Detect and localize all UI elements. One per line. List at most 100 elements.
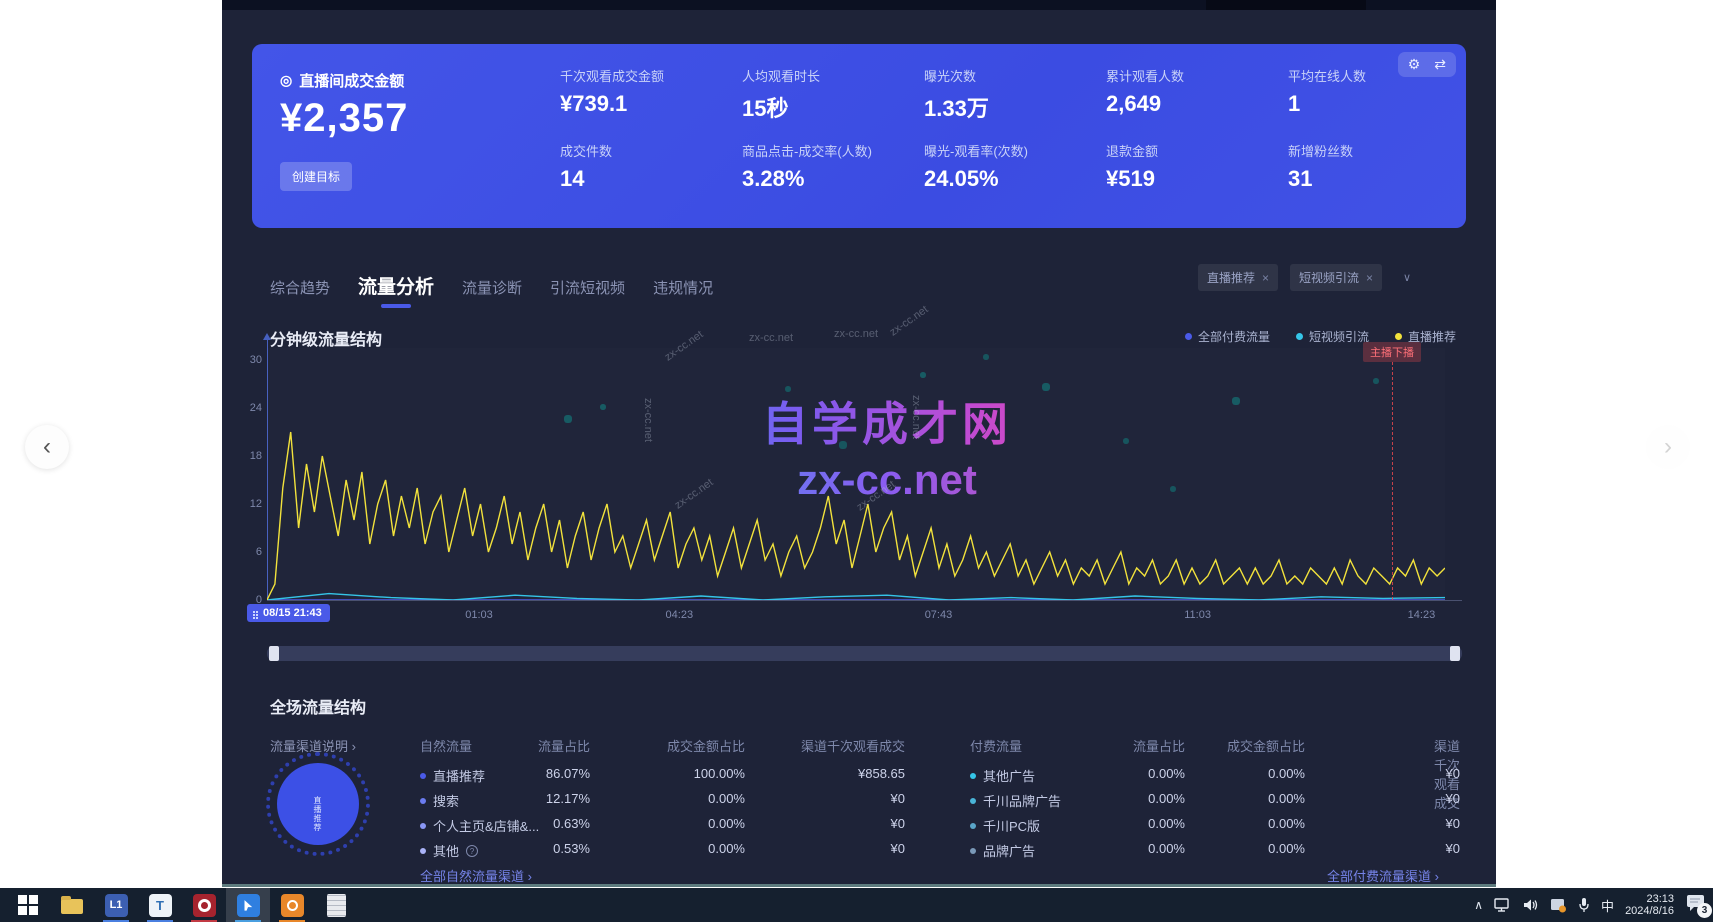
legend-paid-traffic[interactable]: 全部付费流量: [1185, 328, 1270, 345]
y-tick-label: 18: [250, 450, 262, 462]
carousel-next-button[interactable]: ›: [1646, 425, 1690, 469]
chip-short-video[interactable]: 短视频引流 ×: [1290, 264, 1382, 291]
chart-noise: [267, 348, 269, 350]
tab-traffic-analysis[interactable]: 流量分析: [358, 272, 434, 299]
cursor-app-icon: [237, 894, 260, 917]
x-tick-label: 11:03: [1184, 609, 1211, 621]
cell-traffic-share: 12.17%: [546, 791, 590, 806]
table-row-label: 千川PC版: [970, 816, 1040, 835]
traffic-line-chart[interactable]: [267, 348, 1445, 600]
cell-gmv-share: 0.00%: [708, 791, 745, 806]
arrow-icon: ›: [1435, 869, 1439, 884]
legend-dot: [1296, 333, 1303, 340]
live-dashboard: ◎ 直播间成交金额 ¥2,357 创建目标 ⚙ ⇄ 千次观看成交金额 ¥739.…: [222, 10, 1496, 884]
app-pointer-button[interactable]: [226, 888, 270, 922]
table-row-label: 个人主页&店铺&...: [420, 816, 539, 835]
close-icon[interactable]: ×: [1262, 271, 1269, 285]
watermark-small: zx-cc.net: [834, 328, 878, 340]
cell-traffic-share: 0.00%: [1148, 766, 1185, 781]
chart-svg: [267, 348, 1445, 600]
metric: 退款金额 ¥519: [1106, 141, 1286, 192]
app-notepad-button[interactable]: [314, 888, 358, 922]
cell-per-mille: ¥0: [891, 791, 905, 806]
slider-left-handle[interactable]: [269, 646, 279, 661]
col-header: 成交金额占比: [667, 736, 745, 755]
cell-per-mille: ¥0: [1446, 766, 1460, 781]
taskbar-clock[interactable]: 23:13 2024/8/16: [1625, 893, 1674, 917]
legend-short-video[interactable]: 短视频引流: [1296, 328, 1369, 345]
l1-app-icon: L1: [105, 894, 128, 917]
all-paid-channels-link[interactable]: 全部付费流量渠道 ›: [1327, 866, 1439, 884]
notification-badge: 3: [1697, 903, 1712, 918]
metric: 商品点击-成交率(人数) 3.28%: [742, 141, 922, 192]
microphone-icon[interactable]: [1578, 897, 1590, 913]
col-header: 成交金额占比: [1227, 736, 1305, 755]
app-orange-button[interactable]: [270, 888, 314, 922]
watermark-small: zx-cc.net: [749, 332, 793, 344]
y-tick-label: 12: [250, 498, 262, 510]
network-icon[interactable]: [1494, 898, 1512, 912]
tab-traffic-diagnosis[interactable]: 流量诊断: [462, 277, 522, 298]
drag-dots-icon: [253, 611, 255, 613]
y-tick-label: 24: [250, 402, 262, 414]
volume-icon[interactable]: [1523, 898, 1539, 912]
table-row-label: 其他: [420, 841, 478, 860]
notification-button[interactable]: 3: [1685, 893, 1709, 917]
file-explorer-button[interactable]: [50, 888, 94, 922]
table-row-label: 直播推荐: [420, 766, 485, 785]
info-icon[interactable]: [466, 845, 478, 857]
cell-per-mille: ¥0: [1446, 791, 1460, 806]
watermark-small: zx-cc.net: [888, 303, 931, 338]
close-icon[interactable]: ×: [1366, 271, 1373, 285]
chevron-down-icon[interactable]: ∨: [1394, 271, 1420, 284]
chip-live-recommend[interactable]: 直播推荐 ×: [1198, 264, 1278, 291]
folder-icon: [61, 899, 83, 914]
timeline-start-chip[interactable]: 08/15 21:43: [247, 604, 330, 622]
x-tick-label: 04:23: [666, 609, 694, 621]
bottom-divider: [222, 884, 1496, 887]
metric: 千次观看成交金额 ¥739.1: [560, 66, 740, 117]
tray-expand-icon[interactable]: ∧: [1474, 898, 1483, 912]
cell-gmv-share: 0.00%: [708, 816, 745, 831]
all-natural-channels-link[interactable]: 全部自然流量渠道 ›: [420, 866, 532, 884]
snip-app-icon[interactable]: [1550, 898, 1567, 913]
x-axis-ticks: 01:0304:2307:4311:0314:23: [267, 606, 1462, 626]
donut-label: 直播推荐: [312, 796, 323, 832]
metric: 平均在线人数 1: [1288, 66, 1468, 117]
app-teams-button[interactable]: T: [138, 888, 182, 922]
window-top-strip: [222, 0, 1496, 10]
ime-indicator[interactable]: 中: [1601, 896, 1614, 915]
chart-range-slider[interactable]: [267, 646, 1462, 661]
col-header: 流量占比: [1133, 736, 1185, 755]
metric: 新增粉丝数 31: [1288, 141, 1468, 192]
metric: 曝光-观看率(次数) 24.05%: [924, 141, 1104, 192]
cell-gmv-share: 0.00%: [1268, 816, 1305, 831]
filter-chips: 直播推荐 × 短视频引流 × ∨: [1198, 264, 1420, 291]
metric: 曝光次数 1.33万: [924, 66, 1104, 123]
cell-gmv-share: 0.00%: [708, 841, 745, 856]
tab-short-video[interactable]: 引流短视频: [550, 277, 625, 298]
series-直播推荐: [267, 432, 1445, 600]
cell-traffic-share: 86.07%: [546, 766, 590, 781]
slider-right-handle[interactable]: [1450, 646, 1460, 661]
metric: 人均观看时长 15秒: [742, 66, 922, 123]
app-l1-button[interactable]: L1: [94, 888, 138, 922]
banner-title-text: 直播间成交金额: [299, 70, 404, 91]
x-axis: [267, 600, 1462, 601]
cell-gmv-share: 0.00%: [1268, 841, 1305, 856]
cell-traffic-share: 0.00%: [1148, 841, 1185, 856]
tab-overall-trend[interactable]: 综合趋势: [270, 277, 330, 298]
tab-violations[interactable]: 违规情况: [653, 277, 713, 298]
app-opera-button[interactable]: [182, 888, 226, 922]
cell-per-mille: ¥0: [1446, 841, 1460, 856]
carousel-prev-button[interactable]: ‹: [25, 425, 69, 469]
traffic-structure-title: 全场流量结构: [270, 694, 366, 718]
gmv-value: ¥2,357: [280, 96, 408, 141]
stream-end-marker-line: [1392, 362, 1393, 600]
metrics-banner: ◎ 直播间成交金额 ¥2,357 创建目标 ⚙ ⇄ 千次观看成交金额 ¥739.…: [252, 44, 1466, 228]
create-goal-button[interactable]: 创建目标: [280, 162, 352, 191]
table-row-label: 其他广告: [970, 766, 1035, 785]
table-row-label: 千川品牌广告: [970, 791, 1061, 810]
legend-dot: [1395, 333, 1402, 340]
start-button[interactable]: [6, 888, 50, 922]
